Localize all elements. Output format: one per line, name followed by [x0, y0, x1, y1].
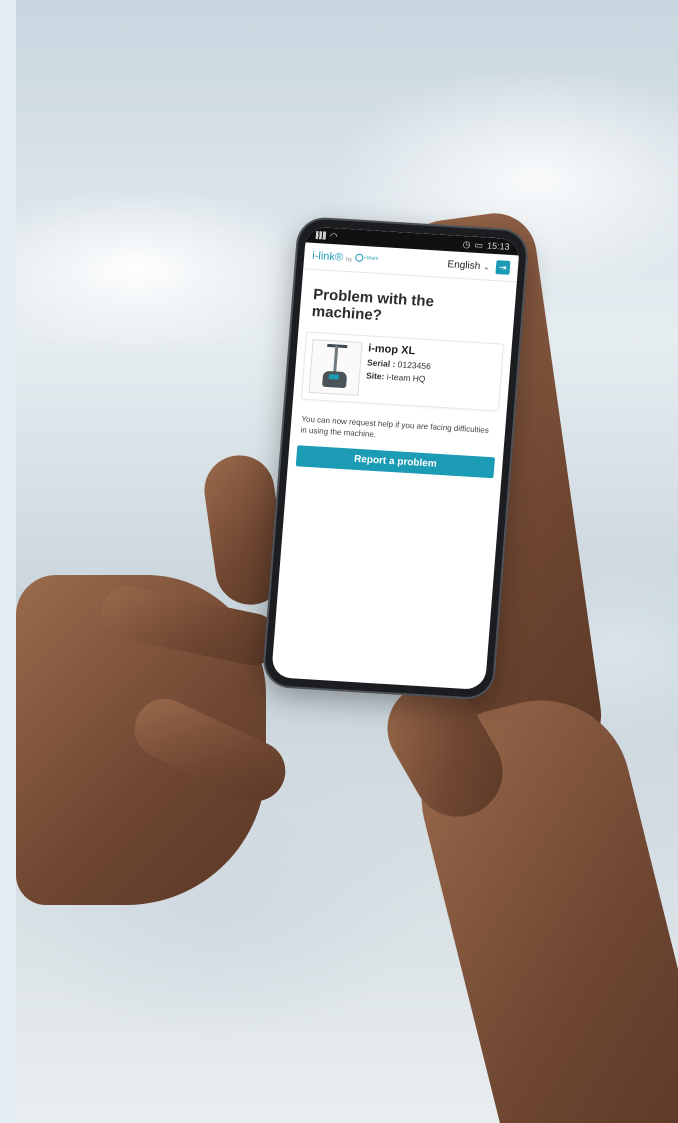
photo-scene: ◠ ◷ ▭ 15:13 i-link® by i-team English ⌄ … — [0, 0, 678, 1123]
maker-logo: i-team — [355, 253, 378, 262]
site-value: i-team HQ — [386, 371, 426, 384]
alarm-icon: ◷ — [462, 238, 472, 249]
machine-accent — [328, 374, 340, 380]
smartphone: ◠ ◷ ▭ 15:13 i-link® by i-team English ⌄ … — [263, 218, 528, 699]
chevron-down-icon: ⌄ — [482, 261, 491, 272]
wifi-icon: ◠ — [329, 230, 339, 241]
help-text: You can now request help if you are faci… — [300, 414, 490, 440]
phone-frame: ◠ ◷ ▭ 15:13 i-link® by i-team English ⌄ … — [263, 218, 528, 699]
maker-logo-icon — [355, 253, 364, 262]
machine-card: i-mop XL Serial : 0123456 Site: i-team H… — [300, 331, 504, 412]
brand-name: i-link® — [311, 249, 344, 264]
machine-info: i-mop XL Serial : 0123456 Site: i-team H… — [364, 342, 432, 400]
app-logo[interactable]: i-link® by i-team — [312, 250, 379, 266]
language-label: English — [447, 258, 481, 272]
status-time: 15:13 — [486, 240, 510, 252]
logout-button[interactable]: ⇥ — [495, 260, 511, 275]
left-strip — [0, 0, 16, 1123]
report-problem-button[interactable]: Report a problem — [295, 445, 496, 479]
language-selector[interactable]: English ⌄ — [447, 259, 490, 273]
maker-name: i-team — [364, 255, 379, 262]
machine-photo — [308, 339, 363, 396]
site-label: Site: — [365, 370, 385, 382]
serial-label: Serial : — [366, 357, 396, 370]
machine-site: Site: i-team HQ — [366, 369, 431, 386]
signal-icon — [315, 231, 327, 240]
main-content: Problem with the machine? i-mop XL Seria… — [287, 269, 517, 488]
brand-by: by — [345, 256, 353, 264]
page-title: Problem with the machine? — [311, 285, 435, 325]
phone-screen: ◠ ◷ ▭ 15:13 i-link® by i-team English ⌄ … — [271, 226, 521, 691]
serial-value: 0123456 — [397, 359, 432, 372]
machine-handle — [333, 345, 339, 374]
logout-icon: ⇥ — [498, 261, 508, 273]
battery-icon: ▭ — [474, 239, 484, 250]
